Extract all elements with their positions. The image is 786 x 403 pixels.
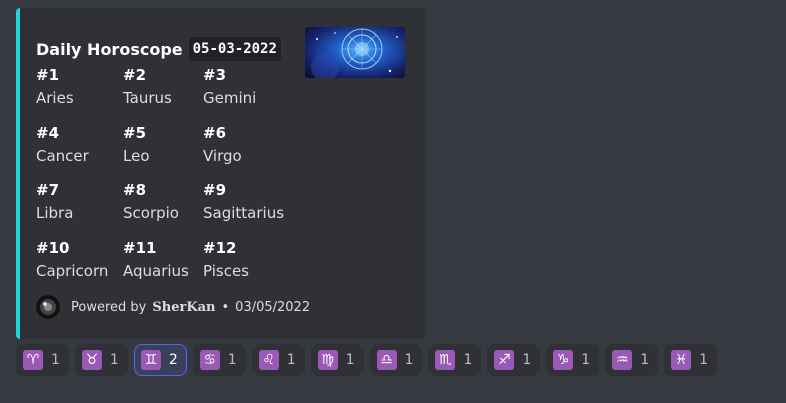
field-number: #12 [203,239,237,257]
field-number: #4 [36,124,60,142]
field-sign-name: Capricorn [36,262,109,280]
reaction-libra[interactable]: ♎ 1 [369,344,423,376]
field-number: #6 [203,124,227,142]
aquarius-icon: ♒ [612,350,633,370]
reactions-bar: ♈ 1 ♉ 1 ♊ 2 ♋ 1 ♌ 1 ♍ 1 ♎ 1 ♏ 1 ♐ 1 ♑ 1 … [16,344,723,376]
field-10: #10 Capricorn [36,237,108,283]
field-8: #8 Scorpio [123,179,179,225]
reaction-count: 1 [640,352,650,368]
reaction-aquarius[interactable]: ♒ 1 [605,344,659,376]
field-6: #6 Virgo [203,122,242,168]
reaction-count: 1 [286,352,296,368]
zodiac-thumbnail[interactable] [305,27,405,78]
field-3: #3 Gemini [203,64,256,110]
reaction-gemini[interactable]: ♊ 2 [133,344,187,376]
reaction-scorpio[interactable]: ♏ 1 [428,344,482,376]
field-sign-name: Sagittarius [203,204,285,222]
field-number: #1 [36,66,60,84]
field-12: #12 Pisces [203,237,249,283]
gemini-icon: ♊ [140,350,161,370]
field-number: #5 [123,124,147,142]
capricorn-icon: ♑ [553,350,574,370]
reaction-count: 2 [168,352,178,368]
field-number: #9 [203,181,227,199]
pisces-icon: ♓ [671,350,692,370]
field-1: #1 Aries [36,64,74,110]
field-2: #2 Taurus [123,64,172,110]
reaction-taurus[interactable]: ♉ 1 [74,344,128,376]
field-sign-name: Scorpio [123,204,179,222]
field-sign-name: Cancer [36,147,89,165]
leo-icon: ♌ [258,350,279,370]
reaction-count: 1 [345,352,355,368]
virgo-icon: ♍ [317,350,338,370]
field-sign-name: Virgo [203,147,242,165]
powered-by-label: Powered by [71,299,147,315]
reaction-count: 1 [463,352,473,368]
field-sign-name: Taurus [123,89,172,107]
field-number: #10 [36,239,70,257]
field-7: #7 Libra [36,179,73,225]
field-sign-name: Pisces [203,262,249,280]
field-4: #4 Cancer [36,122,89,168]
field-number: #7 [36,181,60,199]
reaction-sagittarius[interactable]: ♐ 1 [487,344,541,376]
aries-icon: ♈ [23,350,43,370]
field-11: #11 Aquarius [123,237,189,283]
field-9: #9 Sagittarius [203,179,284,225]
embed-title: Daily Horoscope [36,39,183,59]
embed-title-row: Daily Horoscope 05-03-2022 [36,35,281,63]
reaction-count: 1 [109,352,119,368]
libra-icon: ♎ [376,350,397,370]
horoscope-embed: Daily Horoscope 05-03-2022 #1 Aries #2 T… [16,8,425,339]
field-sign-name: Gemini [203,89,257,107]
reaction-count: 1 [699,352,709,368]
field-sign-name: Aquarius [123,262,189,280]
field-number: #2 [123,66,147,84]
reaction-aries[interactable]: ♈ 1 [16,344,69,376]
field-5: #5 Leo [123,122,150,168]
field-sign-name: Aries [36,89,74,107]
reaction-cancer[interactable]: ♋ 1 [192,344,246,376]
footer-separator: • [221,299,230,315]
taurus-icon: ♉ [81,350,102,370]
reaction-leo[interactable]: ♌ 1 [251,344,305,376]
reaction-count: 1 [581,352,591,368]
reaction-count: 1 [227,352,237,368]
field-number: #8 [123,181,147,199]
reaction-capricorn[interactable]: ♑ 1 [546,344,600,376]
date-code-badge: 05-03-2022 [188,37,281,61]
footer-date: 03/05/2022 [235,299,311,315]
sagittarius-icon: ♐ [494,350,515,370]
field-number: #11 [123,239,157,257]
reaction-virgo[interactable]: ♍ 1 [310,344,364,376]
author-name: SherKan [152,299,216,315]
author-avatar [36,295,60,319]
reaction-count: 1 [404,352,414,368]
reaction-count: 1 [51,352,60,368]
embed-footer: Powered by SherKan • 03/05/2022 [36,294,310,320]
cancer-icon: ♋ [199,350,220,370]
reaction-count: 1 [522,352,532,368]
field-sign-name: Libra [36,204,74,222]
field-sign-name: Leo [123,147,150,165]
scorpio-icon: ♏ [435,350,456,370]
reaction-pisces[interactable]: ♓ 1 [664,344,718,376]
field-number: #3 [203,66,227,84]
